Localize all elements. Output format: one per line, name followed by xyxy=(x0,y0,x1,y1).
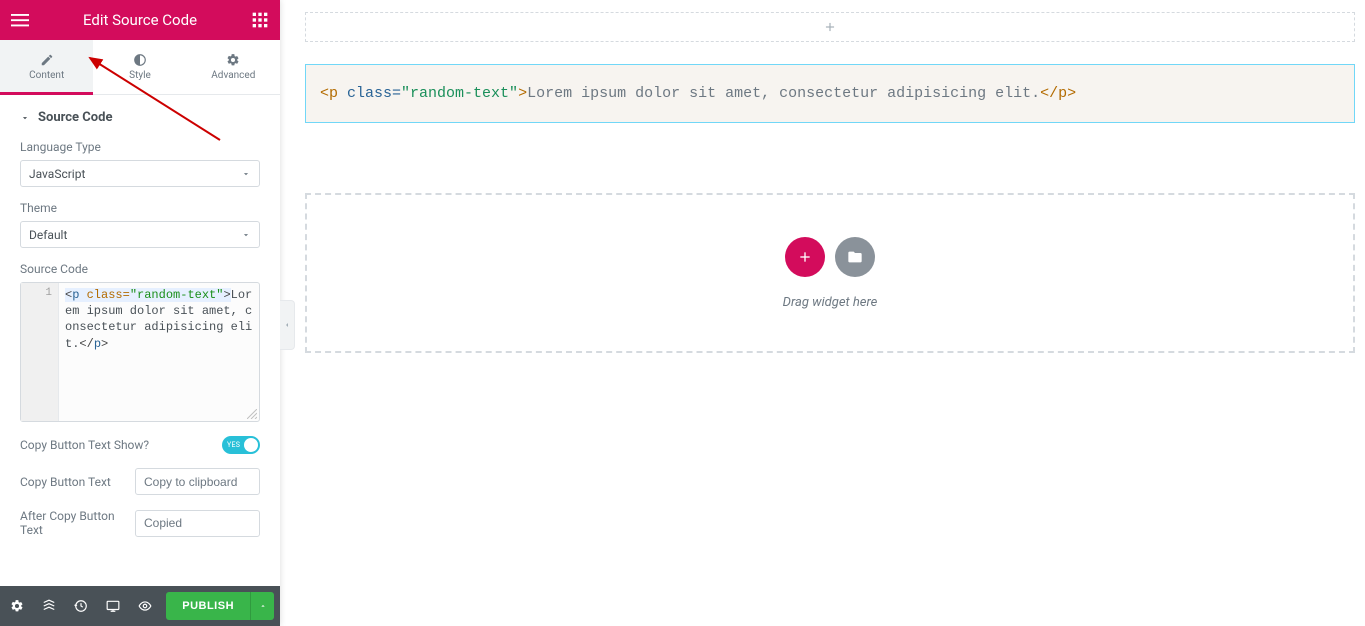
preview-area: <p class="random-text">Lorem ipsum dolor… xyxy=(295,0,1365,626)
control-after-copy-text: After Copy Button Text xyxy=(20,509,260,537)
control-copy-show: Copy Button Text Show? YES xyxy=(20,436,260,454)
add-section-button[interactable] xyxy=(305,12,1355,42)
drop-zone-buttons xyxy=(785,237,875,277)
tab-advanced[interactable]: Advanced xyxy=(187,40,280,94)
panel-header: Edit Source Code xyxy=(0,0,280,40)
panel-footer: PUBLISH xyxy=(0,586,280,626)
tab-content[interactable]: Content xyxy=(0,40,93,94)
theme-select[interactable]: Default xyxy=(20,221,260,248)
pencil-icon xyxy=(40,53,54,67)
panel-collapse-handle[interactable] xyxy=(280,300,295,350)
plus-icon xyxy=(823,20,837,34)
publish-group: PUBLISH xyxy=(166,592,274,620)
gear-icon xyxy=(226,53,240,67)
responsive-icon[interactable] xyxy=(102,592,124,620)
history-icon[interactable] xyxy=(70,592,92,620)
preview-icon[interactable] xyxy=(134,592,156,620)
control-copy-button-text: Copy Button Text xyxy=(20,468,260,495)
menu-icon[interactable] xyxy=(10,10,30,30)
contrast-icon xyxy=(133,53,147,67)
control-theme: Theme Default xyxy=(20,201,260,248)
control-source-code: Source Code 1 <p class="random-text">Lor… xyxy=(20,262,260,422)
editor-body[interactable]: <p class="random-text">Lorem ipsum dolor… xyxy=(59,283,259,421)
settings-icon[interactable] xyxy=(6,592,28,620)
source-code-editor[interactable]: 1 <p class="random-text">Lorem ipsum dol… xyxy=(20,282,260,422)
panel-title: Edit Source Code xyxy=(30,11,250,29)
editor-gutter: 1 xyxy=(21,283,59,421)
drop-zone-label: Drag widget here xyxy=(783,295,878,310)
navigator-icon[interactable] xyxy=(38,592,60,620)
copy-show-toggle[interactable]: YES xyxy=(222,436,260,454)
plus-icon xyxy=(797,249,813,265)
source-code-widget[interactable]: <p class="random-text">Lorem ipsum dolor… xyxy=(305,64,1355,123)
chevron-left-icon xyxy=(283,320,291,330)
tab-style[interactable]: Style xyxy=(93,40,186,94)
publish-options-button[interactable] xyxy=(250,592,274,620)
drop-zone[interactable]: Drag widget here xyxy=(305,193,1355,353)
section-toggle-source-code[interactable]: Source Code xyxy=(0,95,280,135)
widgets-grid-icon[interactable] xyxy=(250,10,270,30)
publish-button[interactable]: PUBLISH xyxy=(166,592,250,620)
caret-down-icon xyxy=(20,113,30,123)
controls: Language Type JavaScript Theme Default S… xyxy=(0,135,280,557)
after-copy-text-input[interactable] xyxy=(135,510,260,537)
resize-handle-icon[interactable] xyxy=(247,409,257,419)
folder-icon xyxy=(847,249,863,265)
template-library-button[interactable] xyxy=(835,237,875,277)
toggle-knob xyxy=(244,438,258,452)
editor-panel: Edit Source Code Content Style Advanced … xyxy=(0,0,280,626)
copy-button-text-input[interactable] xyxy=(135,468,260,495)
control-language-type: Language Type JavaScript xyxy=(20,140,260,187)
panel-tabs: Content Style Advanced xyxy=(0,40,280,95)
add-widget-button[interactable] xyxy=(785,237,825,277)
caret-up-icon xyxy=(259,602,267,610)
chevron-down-icon xyxy=(241,169,251,179)
language-select[interactable]: JavaScript xyxy=(20,160,260,187)
chevron-down-icon xyxy=(241,230,251,240)
